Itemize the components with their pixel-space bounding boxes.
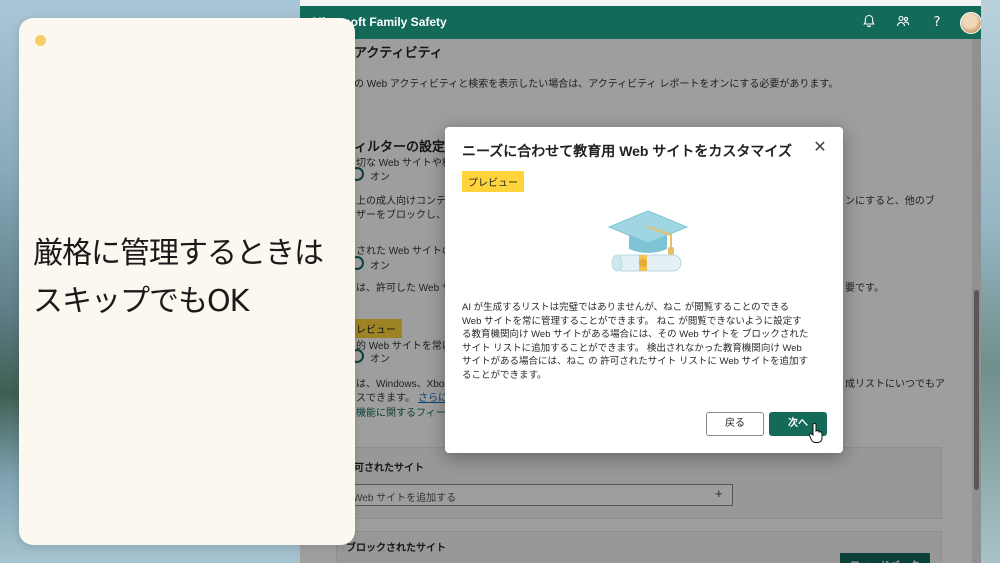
- app-header: Microsoft Family Safety ?: [300, 6, 981, 39]
- back-button[interactable]: 戻る: [706, 412, 764, 436]
- dialog-body-line: AI が生成するリストは完璧ではありませんが、ねこ が閲覧することのできる: [462, 302, 789, 313]
- dialog-body-line: サイトがある場合には、ねこ の 許可されたサイト リストに Web サイトを追加…: [462, 356, 809, 367]
- annotation-card: 厳格に管理するときは スキップでもOK: [19, 18, 355, 545]
- bell-icon[interactable]: [860, 14, 878, 32]
- annotation-line-2: スキップでもOK: [33, 284, 249, 319]
- dialog-body-line: ることができます。: [462, 369, 547, 381]
- help-icon[interactable]: ?: [928, 14, 946, 32]
- dialog-body-line: る教育機関向け Web サイトがある場合には、その Web サイトを ブロックさ…: [462, 329, 809, 340]
- wallpaper-right-strip: [980, 0, 1000, 563]
- preview-badge: プレビュー: [462, 171, 524, 192]
- family-icon[interactable]: [894, 14, 912, 32]
- customize-dialog: ニーズに合わせて教育用 Web サイトをカスタマイズ ✕ プレビュー AI が生…: [445, 127, 843, 453]
- hand-cursor-icon: [808, 423, 823, 443]
- close-icon[interactable]: ✕: [811, 139, 829, 157]
- avatar[interactable]: [960, 12, 981, 34]
- dialog-title: ニーズに合わせて教育用 Web サイトをカスタマイズ: [462, 143, 792, 159]
- yellow-dot-icon: [35, 35, 46, 46]
- graduation-cap-illustration: [607, 210, 689, 272]
- dialog-body: AI が生成するリストは完璧ではありませんが、ねこ が閲覧することのできる We…: [462, 301, 830, 382]
- annotation-line-1: 厳格に管理するときは: [33, 236, 324, 271]
- dialog-body-line: Web サイトを常に管理することができます。 ねこ が閲覧できないように設定す: [462, 315, 802, 327]
- dialog-body-line: サイト リストに追加することができます。 検出されなかった教育機関向け Web: [462, 342, 802, 354]
